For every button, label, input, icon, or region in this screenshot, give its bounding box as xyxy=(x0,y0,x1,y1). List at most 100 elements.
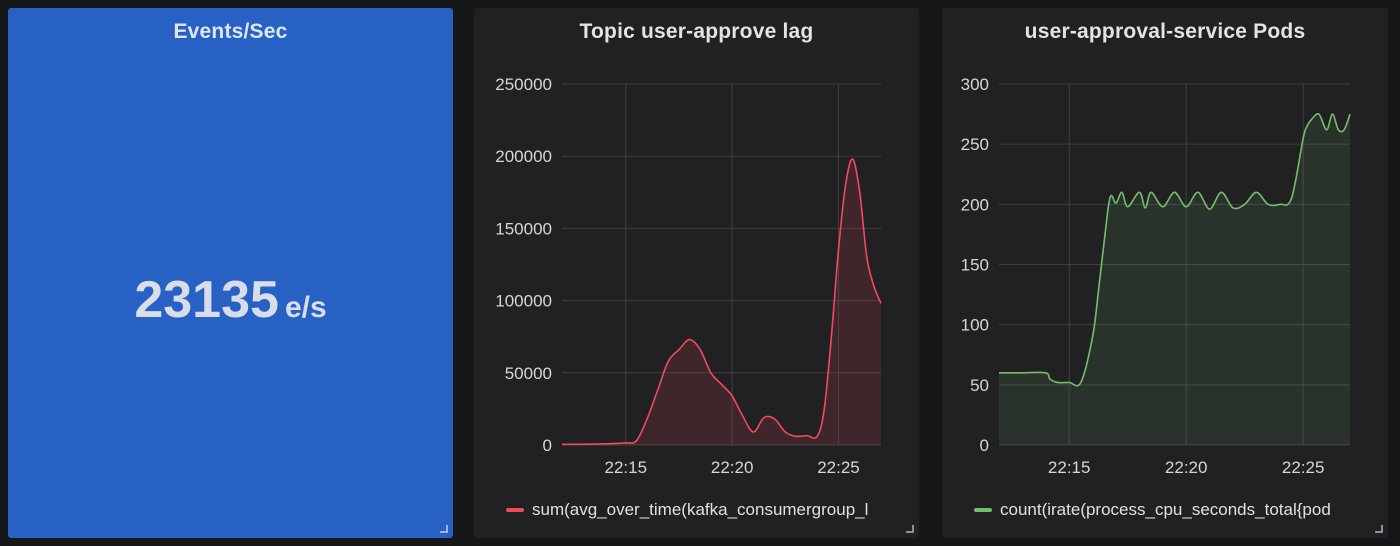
series-area-fill xyxy=(562,159,881,445)
data-point xyxy=(823,408,825,410)
topic-lag-panel[interactable]: Topic user-approve lag 0 50000 100000 15000… xyxy=(474,8,919,538)
x-tick-label: 22:15 xyxy=(605,458,648,477)
data-point xyxy=(657,389,659,391)
y-tick-label: 250000 xyxy=(495,75,552,94)
data-point xyxy=(805,434,807,436)
data-point xyxy=(1306,125,1308,127)
y-tick-label: 100 xyxy=(961,316,989,335)
data-point xyxy=(866,256,868,258)
data-point xyxy=(873,285,875,287)
data-point xyxy=(1091,336,1093,338)
data-point xyxy=(795,435,797,437)
data-point xyxy=(844,184,846,186)
y-tick-label: 200 xyxy=(961,195,989,214)
stat-value: 23135 xyxy=(134,271,279,329)
y-tick-label: 150000 xyxy=(495,219,552,238)
y-tick-label: 150 xyxy=(961,256,989,275)
pods-chart: 0 50 100 150 200 250 300 22:15 22:20 22:25 xyxy=(961,75,1351,477)
stat-unit: e/s xyxy=(284,291,327,324)
data-point xyxy=(1021,372,1023,374)
data-point xyxy=(1056,381,1058,383)
data-point xyxy=(1255,191,1257,193)
data-point xyxy=(1318,113,1320,115)
data-point xyxy=(1109,196,1111,198)
legend-color-swatch xyxy=(506,508,524,512)
data-point xyxy=(859,191,861,193)
data-point xyxy=(880,302,882,304)
y-tick-label: 100000 xyxy=(495,292,552,311)
data-point xyxy=(1244,203,1246,205)
data-point xyxy=(1232,207,1234,209)
y-tick-label: 300 xyxy=(961,75,989,94)
data-point xyxy=(1097,290,1099,292)
data-point xyxy=(1290,197,1292,199)
data-point xyxy=(603,443,605,445)
data-point xyxy=(1080,381,1082,383)
x-tick-label: 22:25 xyxy=(817,458,860,477)
data-point xyxy=(1173,191,1175,193)
data-point xyxy=(646,418,648,420)
legend-series-label[interactable]: sum(avg_over_time(kafka_consumergroup_l xyxy=(532,500,868,520)
data-point xyxy=(851,158,853,160)
data-point xyxy=(784,431,786,433)
data-point xyxy=(1337,129,1339,131)
data-point xyxy=(1144,207,1146,209)
data-point xyxy=(1267,203,1269,205)
data-point xyxy=(1220,191,1222,193)
stat-display: 23135 e/s xyxy=(8,270,453,330)
data-point xyxy=(763,416,765,418)
data-point xyxy=(1208,208,1210,210)
chart-legend[interactable]: sum(avg_over_time(kafka_consumergroup_l xyxy=(506,496,908,524)
data-point xyxy=(773,418,775,420)
data-point xyxy=(1331,113,1333,115)
data-point xyxy=(678,348,680,350)
lag-chart: 0 50000 100000 150000 200000 250000 22:15 22:20… xyxy=(495,75,882,477)
data-point xyxy=(1279,203,1281,205)
x-tick-label: 22:20 xyxy=(1165,458,1208,477)
resize-handle-icon[interactable] xyxy=(906,525,914,533)
data-point xyxy=(731,395,733,397)
y-tick-label: 50 xyxy=(970,376,989,395)
data-point xyxy=(1045,372,1047,374)
data-point xyxy=(1325,129,1327,131)
data-point xyxy=(625,442,627,444)
data-point xyxy=(710,372,712,374)
data-point xyxy=(1197,191,1199,193)
data-point xyxy=(837,249,839,251)
chart-legend[interactable]: count(irate(process_cpu_seconds_total{po… xyxy=(974,496,1372,524)
data-point xyxy=(830,336,832,338)
data-point xyxy=(688,338,690,340)
legend-series-label[interactable]: count(irate(process_cpu_seconds_total{po… xyxy=(1000,500,1331,520)
x-tick-label: 22:25 xyxy=(1282,458,1325,477)
data-point xyxy=(720,383,722,385)
data-point xyxy=(699,348,701,350)
events-per-sec-panel[interactable]: Events/Sec 23135 e/s xyxy=(8,8,453,538)
data-point xyxy=(752,431,754,433)
x-tick-label: 22:20 xyxy=(711,458,754,477)
pods-panel[interactable]: user-approval-service Pods 0 50 100 150 200 2… xyxy=(942,8,1388,538)
resize-handle-icon[interactable] xyxy=(440,525,448,533)
y-tick-label: 250 xyxy=(961,135,989,154)
resize-handle-icon[interactable] xyxy=(1375,525,1383,533)
data-point xyxy=(1068,381,1070,383)
data-point xyxy=(1310,119,1312,121)
data-point xyxy=(1049,378,1051,380)
data-point xyxy=(561,443,563,445)
y-tick-label: 0 xyxy=(980,436,989,455)
y-tick-label: 0 xyxy=(543,436,552,455)
y-tick-label: 200000 xyxy=(495,147,552,166)
panel-title[interactable]: Events/Sec xyxy=(8,20,453,44)
data-point xyxy=(742,415,744,417)
data-point xyxy=(1343,129,1345,131)
x-tick-label: 22:15 xyxy=(1048,458,1091,477)
data-point xyxy=(1349,113,1351,115)
data-point xyxy=(1127,206,1129,208)
series-area-fill xyxy=(999,113,1350,445)
data-point xyxy=(1302,137,1304,139)
data-point xyxy=(998,372,1000,374)
y-tick-label: 50000 xyxy=(505,364,552,383)
data-point xyxy=(1138,191,1140,193)
data-point xyxy=(667,360,669,362)
data-point xyxy=(1121,191,1123,193)
data-point xyxy=(1115,202,1117,204)
